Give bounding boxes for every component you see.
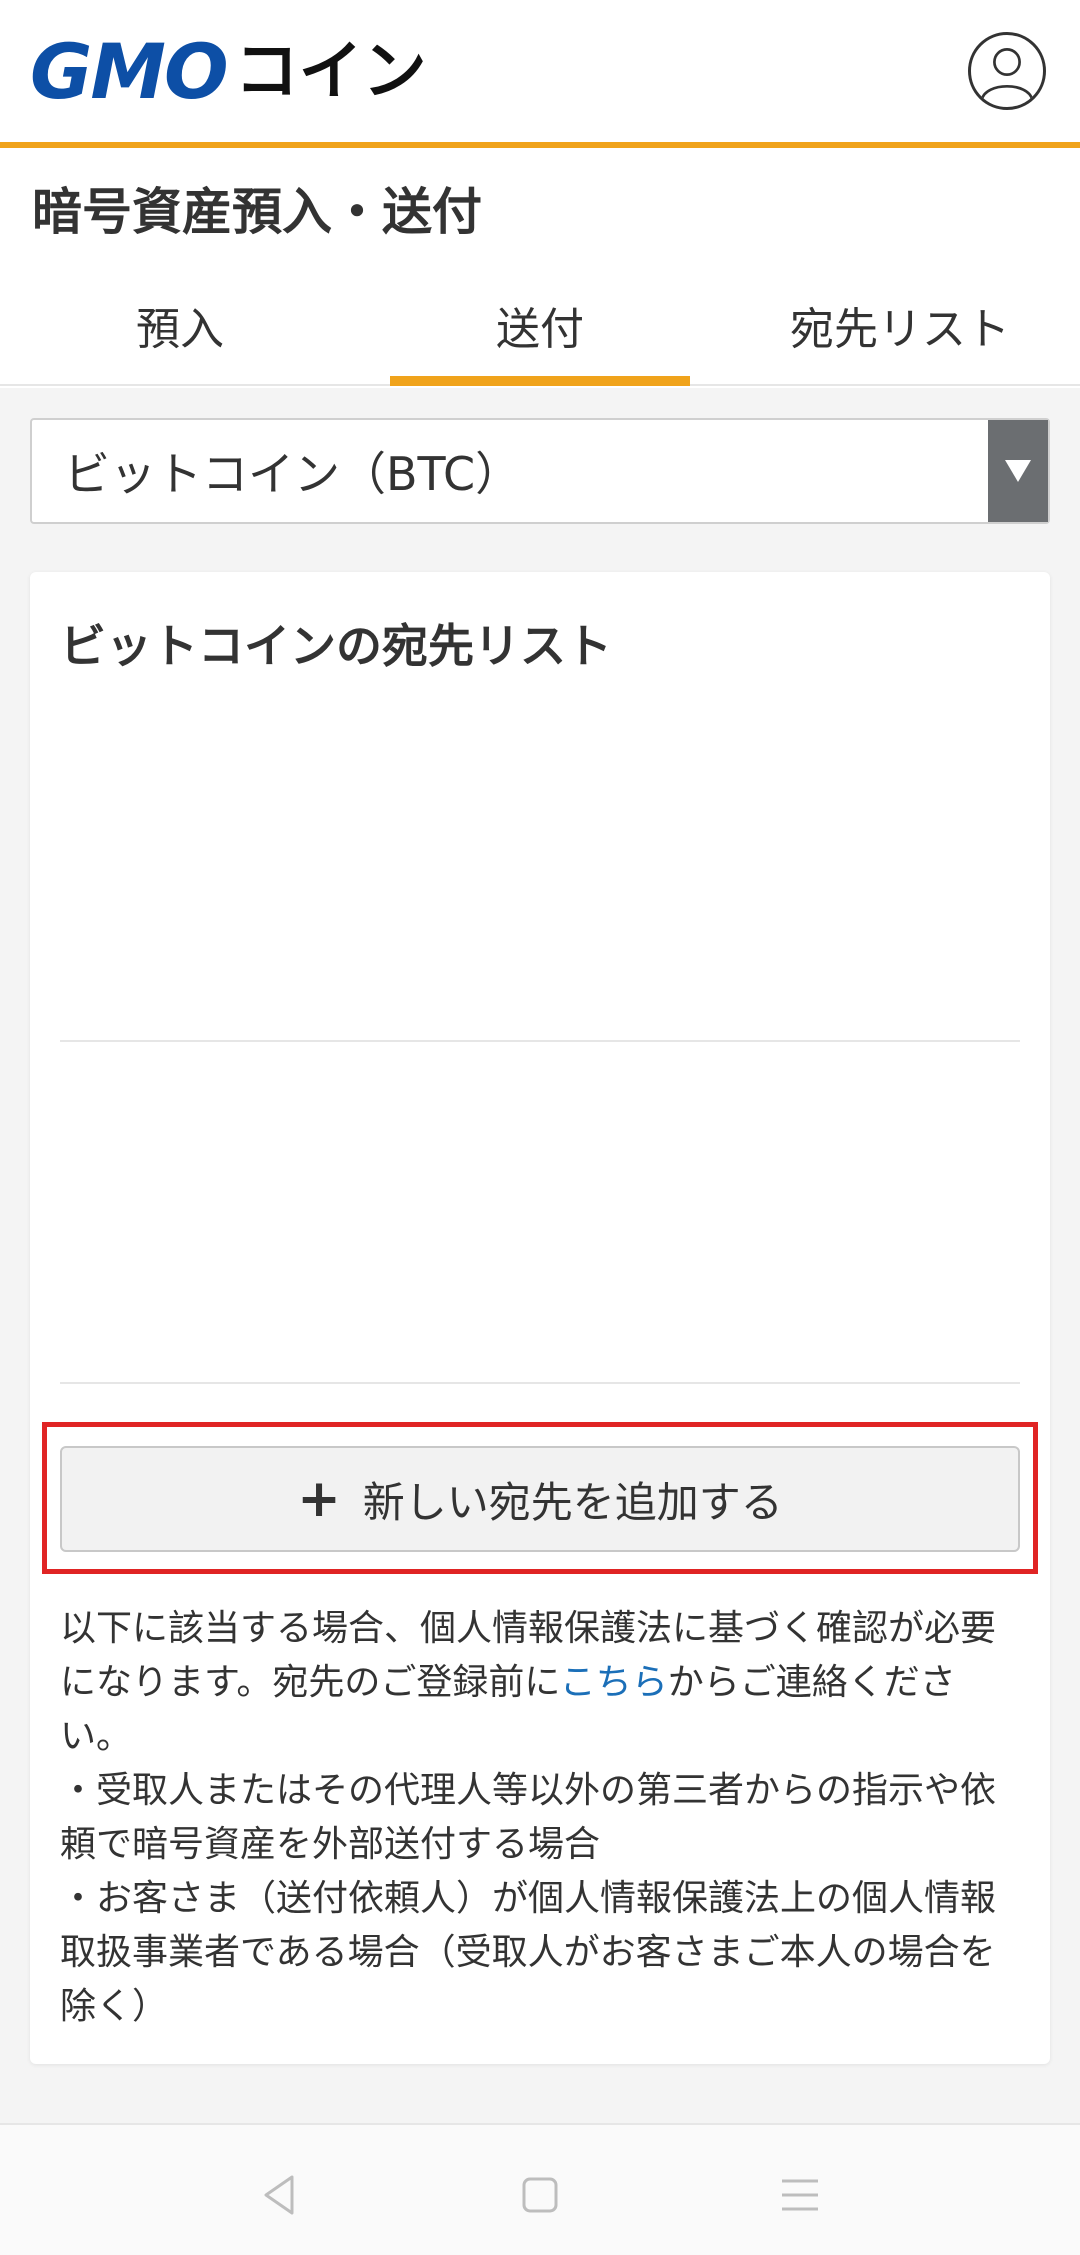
notice-item-2: ・お客さま（送付依頼人）が個人情報保護法上の個人情報取扱事業者である場合（受取人…	[60, 1878, 997, 2027]
address-list-card: ビットコインの宛先リスト + 新しい宛先を追加する 以下に該当する場合、個人情報…	[30, 572, 1050, 2064]
back-icon[interactable]	[250, 2165, 310, 2225]
gmo-coin-logo[interactable]: GMO コイン	[30, 32, 427, 112]
plus-icon: +	[297, 1469, 341, 1529]
tab-deposit[interactable]: 預入	[0, 280, 360, 384]
coin-select[interactable]: ビットコイン（BTC）	[30, 418, 1050, 524]
menu-icon[interactable]	[770, 2165, 830, 2225]
list-divider	[60, 1040, 1020, 1042]
add-address-label: 新しい宛先を追加する	[362, 1477, 783, 1527]
logo-text-gmo: GMO	[30, 27, 229, 116]
contact-link[interactable]: こちら	[560, 1662, 668, 1703]
page-title: 暗号資産預入・送付	[32, 183, 482, 241]
user-account-icon[interactable]	[968, 32, 1046, 110]
home-icon[interactable]	[510, 2165, 570, 2225]
system-nav-bar	[0, 2123, 1080, 2255]
coin-select-value: ビットコイン（BTC）	[64, 447, 522, 501]
chevron-down-icon[interactable]	[988, 420, 1048, 522]
logo-text-coin: コイン	[234, 35, 427, 109]
list-divider	[60, 1382, 1020, 1384]
card-title: ビットコインの宛先リスト	[60, 619, 612, 673]
tab-address-list[interactable]: 宛先リスト	[720, 280, 1080, 384]
app-header: GMO コイン	[0, 0, 1080, 148]
tab-send[interactable]: 送付	[360, 280, 720, 386]
tab-bar: 預入 送付 宛先リスト	[0, 280, 1080, 386]
notice-item-1: ・受取人またはその代理人等以外の第三者からの指示や依頼で暗号資産を外部送付する場…	[60, 1770, 997, 1865]
add-address-button[interactable]: + 新しい宛先を追加する	[60, 1446, 1020, 1552]
notice-intro: 以下に該当する場合、個人情報保護法に基づく確認が必要になります。宛先のご登録前に…	[60, 1602, 1026, 1764]
notice-text: 以下に該当する場合、個人情報保護法に基づく確認が必要になります。宛先のご登録前に…	[60, 1602, 1026, 2034]
